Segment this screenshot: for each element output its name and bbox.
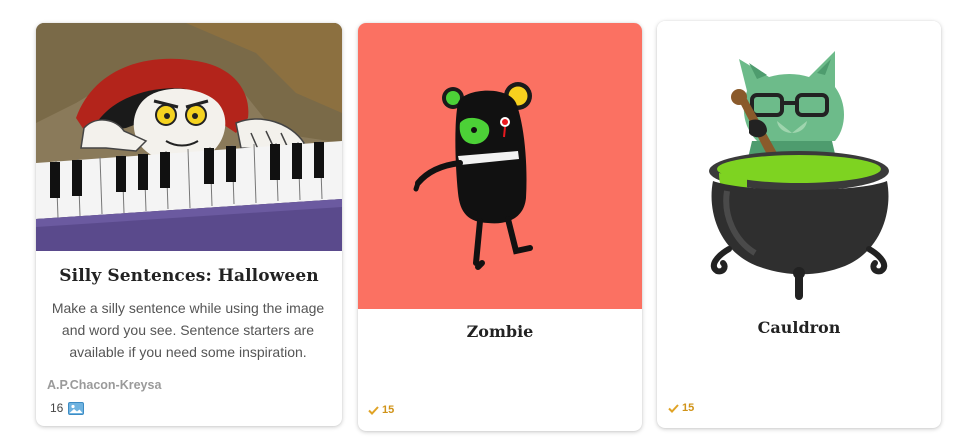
- deck-card-silly-sentences[interactable]: Silly Sentences: Halloween Make a silly …: [36, 23, 342, 426]
- cat-cauldron-image: [657, 21, 941, 307]
- rating: 15: [668, 402, 694, 414]
- deck-card-zombie[interactable]: Zombie 15: [358, 23, 642, 431]
- deck-card-cauldron[interactable]: Cauldron 15: [657, 21, 941, 428]
- image-count: 16: [50, 401, 64, 415]
- check-icon: [668, 403, 679, 413]
- card-author[interactable]: A.P.Chacon-Kreysa: [47, 378, 161, 392]
- card-title: Zombie: [466, 322, 534, 341]
- zombie-bear-image: [358, 23, 642, 309]
- rating-value: 15: [382, 404, 395, 416]
- card-title: Silly Sentences: Halloween: [59, 266, 319, 286]
- card-meta: 16: [50, 401, 85, 415]
- card-description: Make a silly sentence while using the im…: [51, 300, 325, 360]
- check-icon: [368, 405, 379, 415]
- image-icon: [68, 401, 85, 415]
- card-title: Cauldron: [757, 318, 841, 337]
- card-grid: Silly Sentences: Halloween Make a silly …: [0, 0, 974, 447]
- vampire-piano-image: [36, 23, 342, 251]
- rating: 15: [368, 404, 394, 416]
- rating-value: 15: [682, 402, 695, 414]
